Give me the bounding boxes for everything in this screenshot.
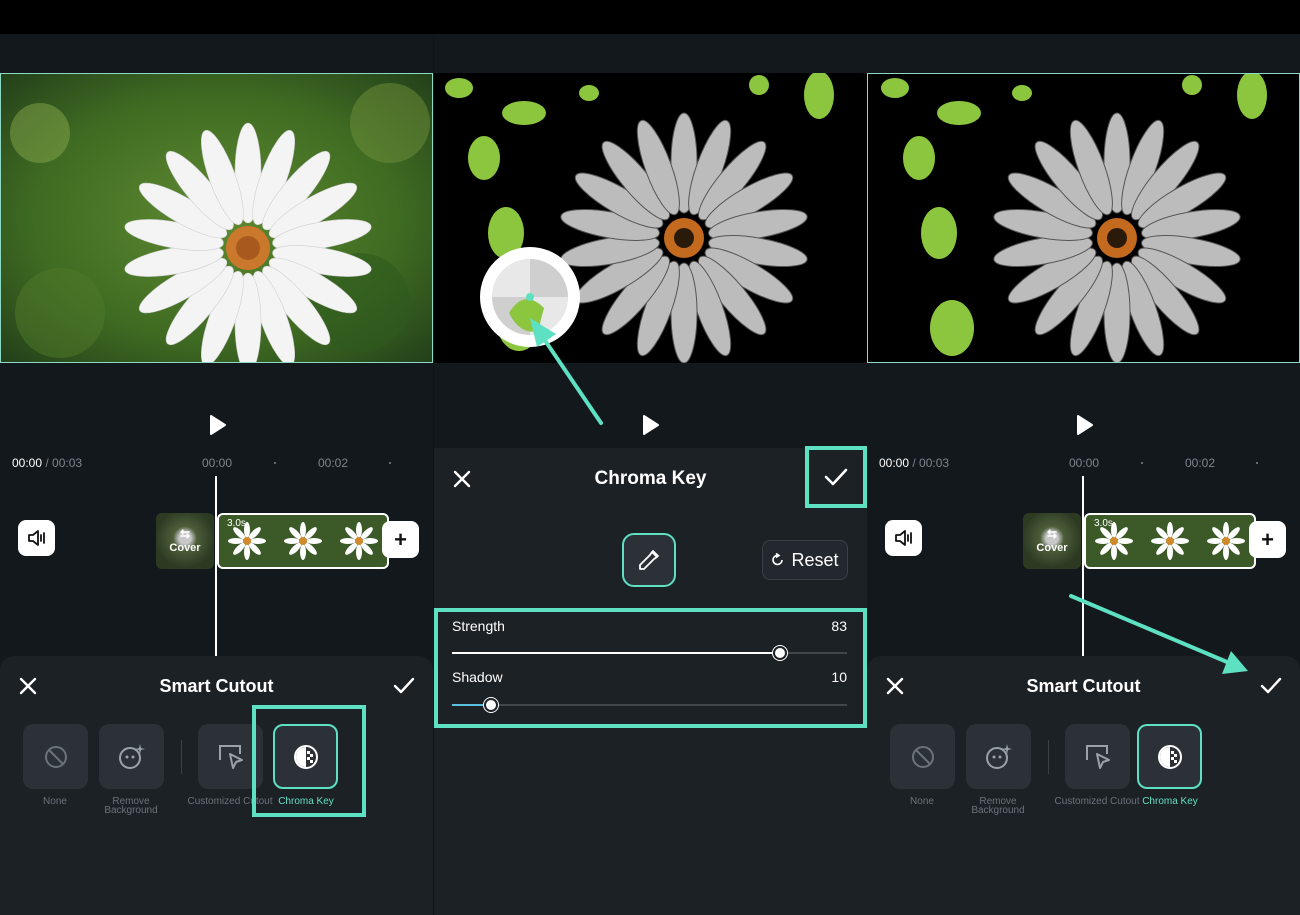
playhead[interactable] xyxy=(215,476,217,656)
strength-label: Strength xyxy=(452,618,505,634)
eyedropper-icon xyxy=(639,550,659,570)
strength-slider[interactable] xyxy=(452,646,847,660)
shadow-label: Shadow xyxy=(452,669,503,685)
cover-button[interactable]: ⇆ Cover xyxy=(1023,513,1081,569)
color-picker-loupe[interactable] xyxy=(480,247,580,347)
video-clip[interactable]: 3.0s xyxy=(1084,513,1256,569)
ruler-label: 00:02 xyxy=(1185,456,1216,470)
ruler-dot xyxy=(1256,462,1258,464)
playhead[interactable] xyxy=(1082,476,1084,656)
magic-face-icon xyxy=(118,743,145,769)
video-preview xyxy=(0,73,433,363)
editor-panel-result: 00:00 / 00:03 00:00 00:02 ⇆ Cover 3.0s +… xyxy=(867,34,1300,915)
chroma-key-icon xyxy=(1157,744,1182,769)
play-icon[interactable] xyxy=(1073,414,1095,436)
flower-photo xyxy=(0,73,433,363)
tool-remove-background[interactable] xyxy=(966,724,1031,789)
tool-label: Remove Background xyxy=(971,796,1025,816)
reset-button[interactable]: Reset xyxy=(762,540,848,580)
highlight-box xyxy=(252,705,366,817)
reset-label: Reset xyxy=(791,549,839,570)
timecode: 00:00 / 00:03 xyxy=(879,456,950,470)
ruler-dot xyxy=(389,462,391,464)
tool-divider xyxy=(181,740,182,774)
swap-icon: ⇆ xyxy=(179,527,191,541)
strength-value: 83 xyxy=(831,618,847,634)
smart-cutout-sheet: Smart Cutout None Remove Background Cust… xyxy=(0,656,433,915)
slider-fill xyxy=(452,652,780,654)
play-icon[interactable] xyxy=(206,414,228,436)
cursor-select-icon xyxy=(1085,744,1110,769)
tool-label: Remove Background xyxy=(104,796,158,816)
smart-cutout-sheet: Smart Cutout None Remove Background Cust… xyxy=(867,656,1300,915)
shadow-value: 10 xyxy=(831,669,847,685)
sliders-highlight: Strength 83 Shadow 10 xyxy=(434,608,867,728)
ruler-label: 00:00 xyxy=(202,456,233,470)
ruler-dot xyxy=(274,462,276,464)
cursor-select-icon xyxy=(218,744,243,769)
sheet-title: Smart Cutout xyxy=(159,676,274,696)
speaker-icon xyxy=(894,530,912,546)
timecode: 00:00 / 00:03 xyxy=(12,456,83,470)
confirm-button[interactable] xyxy=(805,446,867,508)
tool-none[interactable] xyxy=(23,724,88,789)
add-clip-button[interactable]: + xyxy=(382,521,419,558)
clip-duration: 3.0s xyxy=(1094,518,1113,529)
video-clip[interactable]: 3.0s xyxy=(217,513,389,569)
video-preview xyxy=(867,73,1300,363)
clip-thumbnail xyxy=(1198,515,1254,567)
ruler-label: 00:00 xyxy=(1069,456,1100,470)
sheet-title: Chroma Key xyxy=(594,468,707,489)
tool-label: Chroma Key xyxy=(1142,796,1198,807)
slider-thumb[interactable] xyxy=(484,698,498,712)
magic-face-icon xyxy=(985,743,1012,769)
flower-keyed-photo xyxy=(434,73,867,363)
swap-icon: ⇆ xyxy=(1046,527,1058,541)
shadow-slider[interactable] xyxy=(452,698,847,712)
clip-thumbnail xyxy=(275,515,331,567)
cover-label: Cover xyxy=(169,542,201,554)
clip-thumbnail xyxy=(331,515,387,567)
clip-thumbnail xyxy=(1142,515,1198,567)
cover-button[interactable]: ⇆ Cover xyxy=(156,513,214,569)
reset-icon xyxy=(772,553,784,566)
add-clip-button[interactable]: + xyxy=(1249,521,1286,558)
editor-panel-original: 00:00 / 00:03 00:00 00:02 ⇆ Cover 3.0s +… xyxy=(0,34,433,915)
tool-customized-cutout[interactable] xyxy=(1065,724,1130,789)
speaker-icon xyxy=(27,530,45,546)
ban-icon xyxy=(911,745,934,768)
eyedropper-button[interactable] xyxy=(622,533,676,587)
status-bar xyxy=(0,0,1300,34)
video-preview xyxy=(434,73,867,363)
ruler-label: 00:02 xyxy=(318,456,349,470)
ruler-dot xyxy=(1141,462,1143,464)
tool-divider xyxy=(1048,740,1049,774)
confirm-check-icon xyxy=(824,468,848,486)
slider-thumb[interactable] xyxy=(773,646,787,660)
cover-label: Cover xyxy=(1036,542,1068,554)
play-icon[interactable] xyxy=(639,414,661,436)
tool-none[interactable] xyxy=(890,724,955,789)
mute-button[interactable] xyxy=(885,520,922,556)
plus-icon: + xyxy=(394,526,407,552)
editor-panel-chroma-key: Chroma Key Reset Strength 83 Shadow 10 xyxy=(434,34,867,915)
plus-icon: + xyxy=(1261,526,1274,552)
tool-remove-background[interactable] xyxy=(99,724,164,789)
mute-button[interactable] xyxy=(18,520,55,556)
tool-chroma-key[interactable] xyxy=(1137,724,1202,789)
confirm-check-icon[interactable] xyxy=(1259,676,1283,696)
confirm-check-icon[interactable] xyxy=(392,676,416,696)
clip-duration: 3.0s xyxy=(227,518,246,529)
chroma-key-sheet: Chroma Key Reset Strength 83 Shadow 10 xyxy=(434,446,867,915)
flower-result-photo xyxy=(867,73,1300,363)
sheet-title: Smart Cutout xyxy=(1026,676,1141,696)
ban-icon xyxy=(44,745,67,768)
